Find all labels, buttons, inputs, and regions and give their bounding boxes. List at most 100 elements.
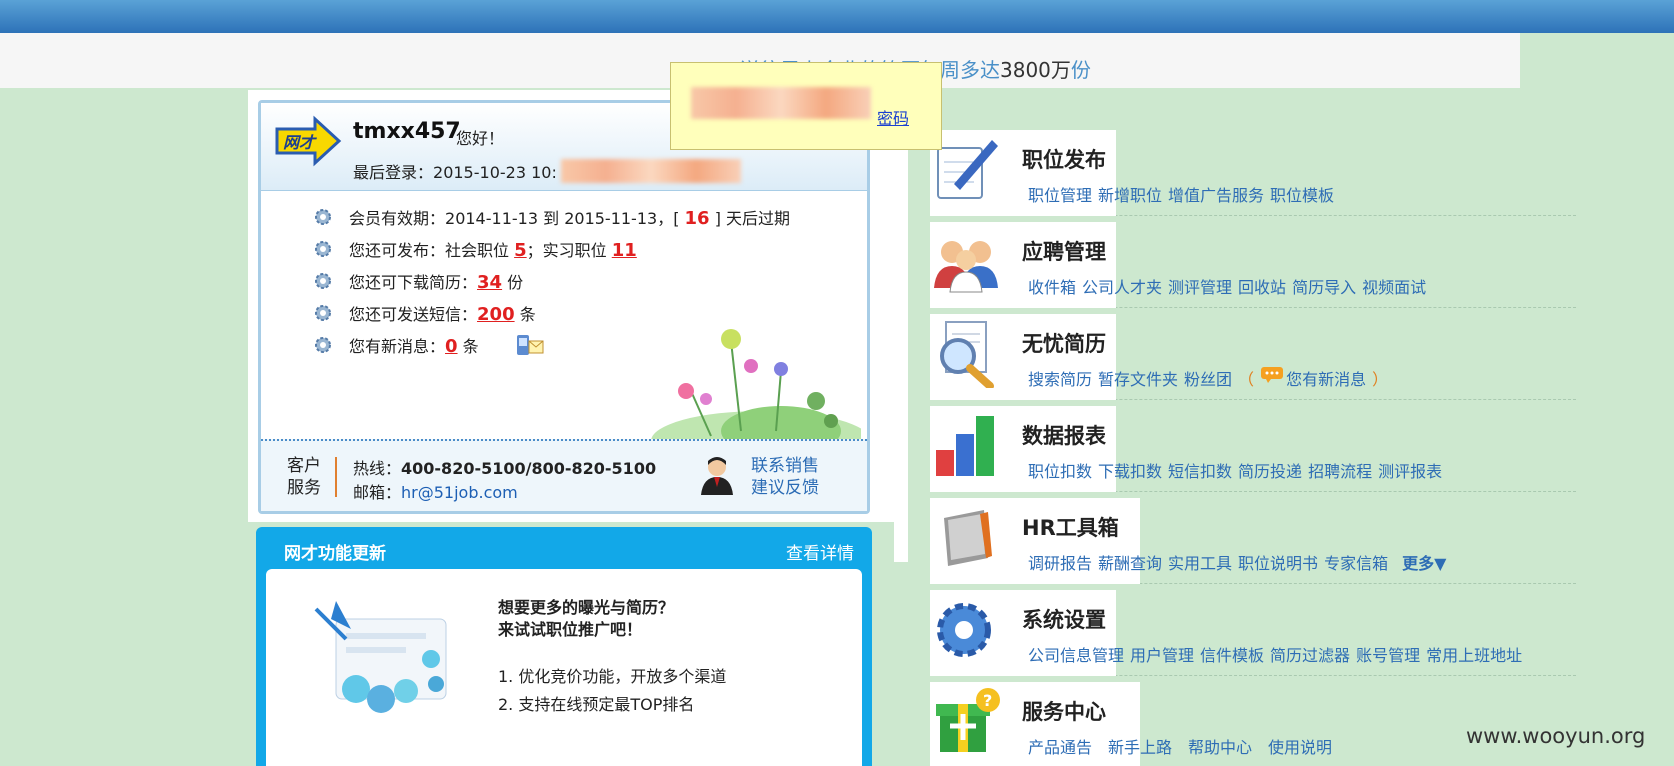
resume-search-links: 搜索简历 暂存文件夹 粉丝团 （ 您有新消息 ） [1028, 366, 1388, 390]
contact-sales-link[interactable]: 联系销售 [751, 455, 819, 477]
view-details-link[interactable]: 查看详情 [786, 539, 854, 564]
link-help-center[interactable]: 帮助中心 [1188, 734, 1252, 758]
gift-box-icon: ? [936, 688, 1000, 752]
job-posting-title: 职位发布 [1022, 148, 1106, 172]
link-work-address[interactable]: 常用上班地址 [1426, 642, 1522, 666]
link-fan-group[interactable]: 粉丝团 [1184, 366, 1232, 390]
updates-content: 想要更多的曝光与简历？ 来试试职位推广吧！ 1. 优化竞价功能，开放多个渠道 2… [266, 569, 862, 766]
link-research-report[interactable]: 调研报告 [1028, 550, 1092, 574]
link-inbox[interactable]: 收件箱 [1028, 274, 1076, 298]
download-count-link[interactable]: 34 [477, 272, 502, 293]
link-hiring-flow[interactable]: 招聘流程 [1308, 458, 1372, 482]
account-stats: 会员有效期：2014-11-13 到 2015-11-13，[ 16 ] 天后过… [261, 191, 867, 451]
applicant-management-title: 应聘管理 [1022, 240, 1106, 264]
feedback-link[interactable]: 建议反馈 [751, 477, 819, 499]
link-salary-query[interactable]: 薪酬查询 [1098, 550, 1162, 574]
agent-avatar-icon [701, 457, 733, 495]
gear-bullet-icon [315, 273, 331, 289]
post-quota-row: 您还可发布：社会职位 5；实习职位 11 [313, 237, 637, 261]
magnifier-document-icon [940, 321, 994, 388]
messages-row: 您有新消息：0 条 [313, 333, 545, 357]
link-job-manage[interactable]: 职位管理 [1028, 182, 1092, 206]
link-talent-folder[interactable]: 公司人才夹 [1082, 274, 1162, 298]
link-tools[interactable]: 实用工具 [1168, 550, 1232, 574]
divider [335, 457, 337, 497]
redacted-text [691, 87, 871, 119]
link-resume-delivery[interactable]: 简历投递 [1238, 458, 1302, 482]
link-recycle-bin[interactable]: 回收站 [1238, 274, 1286, 298]
menu-section-hr-toolbox: HR工具箱 调研报告 薪酬查询 实用工具 职位说明书 专家信箱 更多▼ [930, 498, 1576, 584]
link-company-info[interactable]: 公司信息管理 [1028, 642, 1124, 666]
service-center-title: 服务中心 [1022, 700, 1106, 724]
password-link[interactable]: 密码 [877, 105, 909, 129]
message-phone-icon[interactable] [515, 333, 545, 357]
link-job-description[interactable]: 职位说明书 [1238, 550, 1318, 574]
list-item: 2. 支持在线预定最TOP排名 [498, 695, 695, 714]
hotline: 热线：400-820-5100/800-820-5100 [353, 459, 657, 478]
link-product-notice[interactable]: 产品通告 [1028, 734, 1092, 758]
gear-bullet-icon [315, 241, 331, 257]
link-job-deduction[interactable]: 职位扣数 [1028, 458, 1092, 482]
system-settings-title: 系统设置 [1022, 608, 1106, 632]
link-ad-service[interactable]: 增值广告服务 [1168, 182, 1264, 206]
link-expert-mailbox[interactable]: 专家信箱 [1324, 550, 1388, 574]
notepad-pen-icon [937, 140, 998, 199]
service-center-links: 产品通告 新手上路 帮助中心 使用说明 [1028, 734, 1332, 758]
hr-toolbox-links: 调研报告 薪酬查询 实用工具 职位说明书 专家信箱 更多▼ [1028, 550, 1446, 574]
gear-bullet-icon [315, 337, 331, 353]
link-download-deduction[interactable]: 下载扣数 [1098, 458, 1162, 482]
flowers-decoration-icon [651, 329, 861, 451]
watermark: www.wooyun.org [1466, 724, 1646, 748]
message-count-link[interactable]: 0 [445, 336, 458, 357]
svg-text:?: ? [983, 691, 992, 710]
service-links: 联系销售 建议反馈 [751, 455, 819, 499]
download-quota-row: 您还可下载简历：34 份 [313, 269, 523, 293]
toolbox-icon [944, 510, 992, 566]
feature-updates-panel: 网才功能更新 查看详情 想要更多的曝光与简历？ 来试试职位推广吧！ 1. 优化竞… [256, 527, 872, 766]
data-reports-links: 职位扣数 下载扣数 短信扣数 简历投递 招聘流程 测评报表 [1028, 458, 1442, 482]
username: tmxx457 [353, 119, 461, 144]
updates-headline: 想要更多的曝光与简历？ 来试试职位推广吧！ [498, 598, 675, 639]
menu-section-system-settings: 系统设置 公司信息管理 用户管理 信件模板 简历过滤器 账号管理 常用上班地址 [930, 590, 1576, 676]
list-item: 1. 优化竞价功能，开放多个渠道 [498, 667, 727, 686]
people-group-icon [934, 241, 998, 293]
link-getting-started[interactable]: 新手上路 [1108, 734, 1172, 758]
customer-service-label: 客户服务 [287, 456, 321, 498]
job-posting-links: 职位管理 新增职位 增值广告服务 职位模板 [1028, 182, 1334, 206]
data-reports-title: 数据报表 [1022, 424, 1106, 448]
system-settings-links: 公司信息管理 用户管理 信件模板 简历过滤器 账号管理 常用上班地址 [1028, 642, 1522, 666]
link-user-guide[interactable]: 使用说明 [1268, 734, 1332, 758]
link-new-job[interactable]: 新增职位 [1098, 182, 1162, 206]
top-bar [0, 0, 1674, 33]
link-assessment[interactable]: 测评管理 [1168, 274, 1232, 298]
link-temp-folder[interactable]: 暂存文件夹 [1098, 366, 1178, 390]
last-login: 最后登录：2015-10-23 10: [353, 163, 557, 182]
sms-count-link[interactable]: 200 [477, 304, 515, 325]
social-post-count-link[interactable]: 5 [514, 240, 527, 261]
link-user-management[interactable]: 用户管理 [1130, 642, 1194, 666]
svg-text:网才: 网才 [283, 133, 317, 152]
column-divider [894, 100, 908, 562]
link-letter-template[interactable]: 信件模板 [1200, 642, 1264, 666]
link-resume-filter[interactable]: 简历过滤器 [1270, 642, 1350, 666]
membership-row: 会员有效期：2014-11-13 到 2015-11-13，[ 16 ] 天后过… [313, 205, 790, 229]
bar-chart-icon [936, 416, 994, 476]
applicant-management-links: 收件箱 公司人才夹 测评管理 回收站 简历导入 视频面试 [1028, 274, 1426, 298]
link-search-resume[interactable]: 搜索简历 [1028, 366, 1092, 390]
menu-section-data-reports: 数据报表 职位扣数 下载扣数 短信扣数 简历投递 招聘流程 测评报表 [930, 406, 1576, 492]
customer-service: 客户服务 热线：400-820-5100/800-820-5100 邮箱：hr@… [261, 439, 867, 511]
email: 邮箱：hr@51job.com [353, 483, 518, 502]
link-account-management[interactable]: 账号管理 [1356, 642, 1420, 666]
link-resume-import[interactable]: 简历导入 [1292, 274, 1356, 298]
link-new-message[interactable]: 您有新消息 [1286, 366, 1366, 390]
resume-search-title: 无忧简历 [1022, 332, 1106, 356]
link-video-interview[interactable]: 视频面试 [1362, 274, 1426, 298]
password-tooltip: 密码 [670, 62, 942, 150]
menu-section-applicant-management: 应聘管理 收件箱 公司人才夹 测评管理 回收站 简历导入 视频面试 [930, 222, 1576, 308]
gear-bullet-icon [315, 209, 331, 225]
link-sms-deduction[interactable]: 短信扣数 [1168, 458, 1232, 482]
intern-post-count-link[interactable]: 11 [612, 240, 637, 261]
more-dropdown[interactable]: 更多▼ [1402, 550, 1446, 574]
link-job-template[interactable]: 职位模板 [1270, 182, 1334, 206]
link-assessment-report[interactable]: 测评报表 [1378, 458, 1442, 482]
